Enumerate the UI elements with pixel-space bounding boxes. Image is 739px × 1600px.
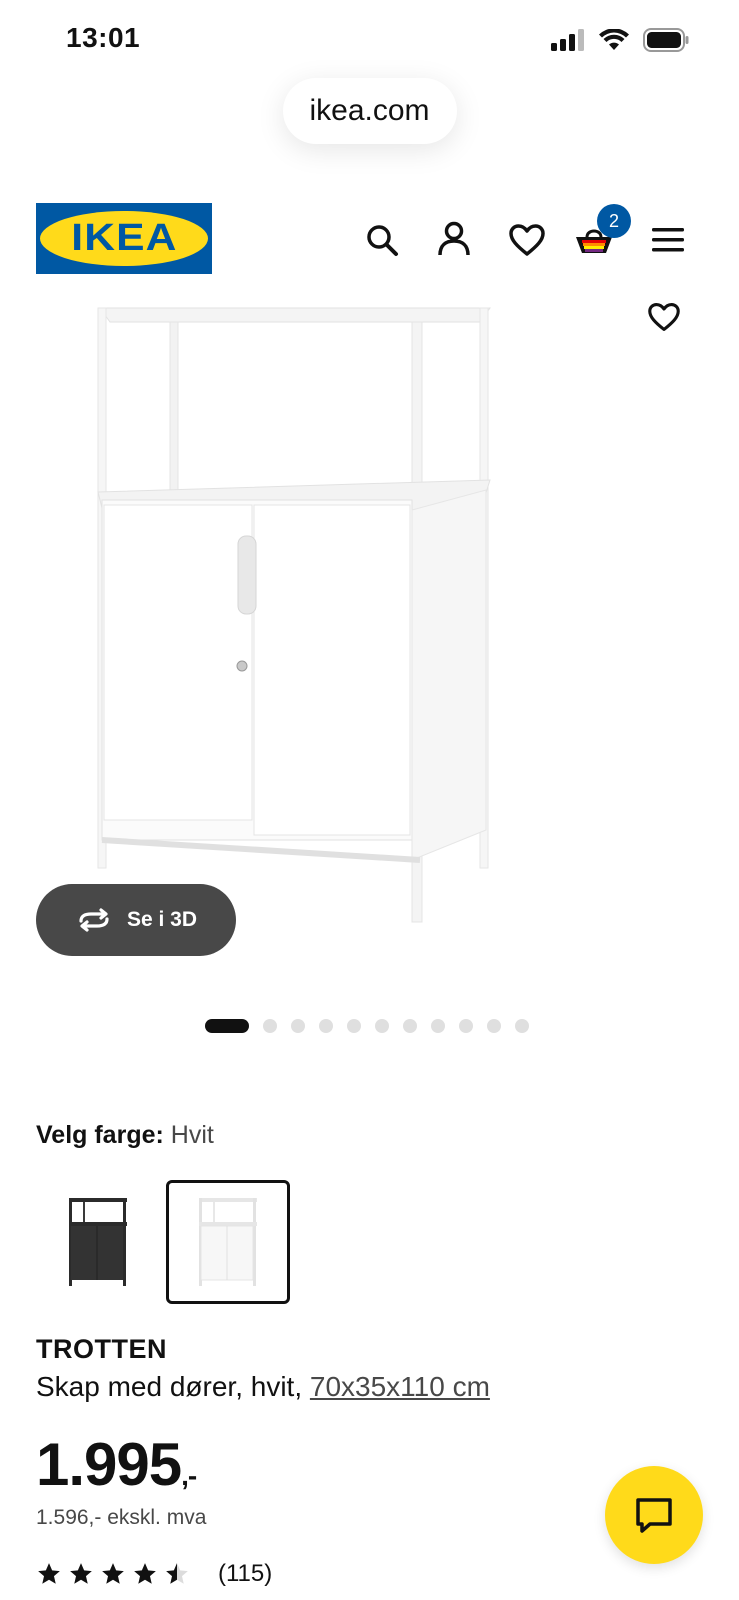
rotate-3d-icon: [79, 908, 109, 932]
status-icons: [551, 24, 689, 56]
search-icon[interactable]: [362, 220, 402, 260]
address-bar[interactable]: ikea.com: [282, 78, 457, 144]
half-star-icon: [166, 1563, 188, 1584]
cart-count-badge: 2: [597, 204, 631, 238]
chat-button[interactable]: [605, 1466, 703, 1564]
review-count: (115): [218, 1560, 273, 1587]
carousel-dot[interactable]: [459, 1019, 473, 1033]
carousel-dot[interactable]: [347, 1019, 361, 1033]
rating-summary[interactable]: (115): [36, 1560, 272, 1588]
carousel-dot[interactable]: [291, 1019, 305, 1033]
selected-color-value: Hvit: [170, 1121, 214, 1149]
view-3d-label: Se i 3D: [126, 908, 198, 931]
status-time: 13:01: [66, 22, 141, 53]
star-icon: [38, 1563, 60, 1584]
product-name: TROTTEN: [36, 1334, 167, 1364]
account-icon[interactable]: [434, 219, 474, 259]
favorites-icon[interactable]: [507, 220, 547, 260]
product-price: 1.995,-: [36, 1431, 197, 1498]
view-3d-button[interactable]: Se i 3D: [36, 884, 236, 956]
dimensions-link[interactable]: 70x35x110 cm: [310, 1371, 490, 1402]
save-favorite-icon[interactable]: [648, 302, 680, 337]
carousel-dot[interactable]: [375, 1019, 389, 1033]
carousel-dot[interactable]: [319, 1019, 333, 1033]
carousel-dot[interactable]: [205, 1019, 249, 1033]
star-icon: [134, 1563, 156, 1584]
carousel-dot[interactable]: [403, 1019, 417, 1033]
signal-icon: [551, 29, 584, 51]
carousel-dot[interactable]: [431, 1019, 445, 1033]
product-description: Skap med dører, hvit, 70x35x110 cm: [36, 1371, 490, 1402]
price-excl-vat: 1.596,- ekskl. mva: [36, 1506, 207, 1529]
battery-icon: [643, 28, 689, 52]
color-swatch-white[interactable]: [166, 1180, 290, 1304]
color-selector-label: Velg farge: Hvit: [36, 1121, 214, 1149]
color-swatch-black[interactable]: [36, 1180, 160, 1304]
url-text: ikea.com: [309, 94, 430, 127]
image-carousel-indicator[interactable]: [205, 1019, 529, 1033]
menu-icon[interactable]: [648, 220, 688, 260]
carousel-dot[interactable]: [263, 1019, 277, 1033]
carousel-dot[interactable]: [515, 1019, 529, 1033]
chat-icon: [636, 1498, 672, 1533]
wifi-icon: [599, 29, 629, 50]
star-icon: [70, 1563, 92, 1584]
star-icon: [102, 1563, 124, 1584]
carousel-dot[interactable]: [487, 1019, 501, 1033]
ikea-logo[interactable]: IKEA: [36, 203, 212, 274]
product-image[interactable]: [80, 300, 510, 950]
